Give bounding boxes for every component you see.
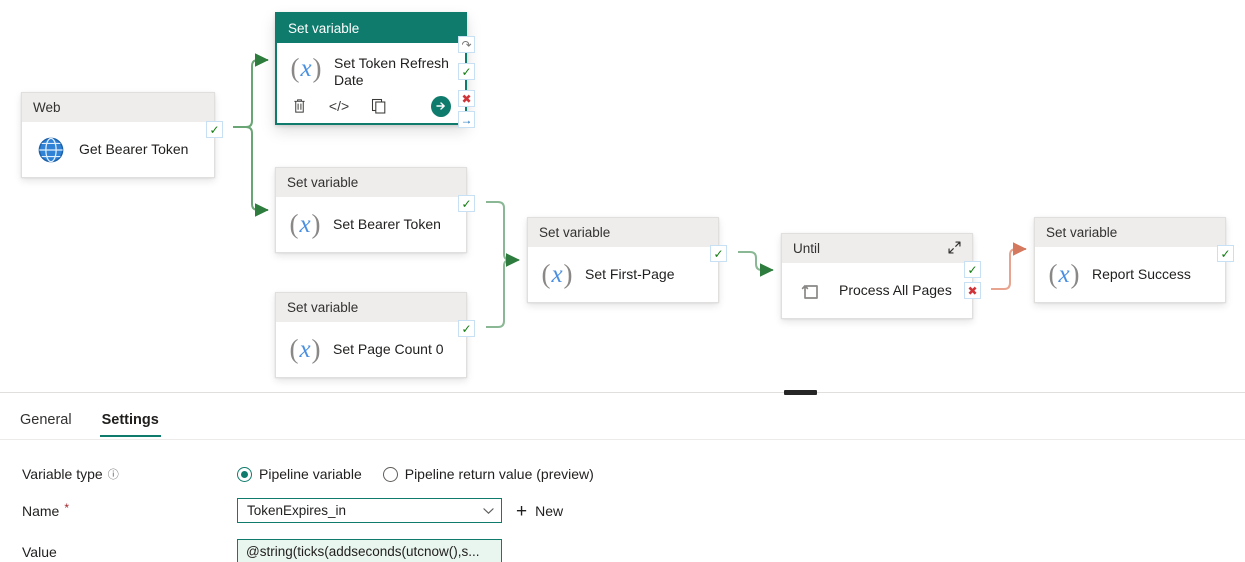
connector-success[interactable]: ✓	[458, 63, 475, 80]
node-type-label: Set variable	[277, 14, 465, 43]
set-variable-icon: (x)	[290, 53, 322, 83]
activity-node-set-first-page[interactable]: Set variable (x) Set First-Page ✓	[527, 217, 727, 303]
new-variable-button[interactable]: + New	[516, 502, 563, 521]
name-label: Name *	[22, 501, 70, 519]
set-variable-icon: (x)	[289, 334, 321, 364]
value-label: Value	[22, 544, 57, 560]
edge-web-to-bearer	[233, 126, 269, 217]
radio-dot-selected	[237, 466, 252, 482]
activity-node-process-all-pages[interactable]: Until Process All Pages ✓ ✖	[781, 233, 981, 319]
delete-icon[interactable]	[291, 97, 308, 115]
new-button-label: New	[535, 503, 564, 519]
connector-success[interactable]: ✓	[1217, 245, 1234, 262]
panel-resize-handle[interactable]	[784, 390, 817, 395]
node-type-text: Until	[793, 241, 821, 256]
tab-general[interactable]: General	[18, 408, 74, 437]
expand-icon[interactable]	[947, 240, 962, 258]
pipeline-authoring-screen: Web Get Bearer Token ✓ Set variable (x …	[0, 0, 1245, 562]
info-icon[interactable]: ⓘ	[108, 466, 119, 482]
node-name: Set Page Count 0	[333, 340, 444, 357]
node-type-label: Set variable	[276, 293, 466, 322]
node-toolbar[interactable]: </>	[277, 89, 465, 123]
value-expression-input[interactable]: @string(ticks(addseconds(utcnow(),s...	[237, 539, 502, 562]
activity-node-set-token-refresh-date[interactable]: Set variable (x) Set Token Refresh Date …	[275, 12, 475, 128]
node-name: Set Token Refresh Date	[334, 55, 449, 89]
edge-bearer-to-firstpage	[486, 201, 520, 267]
panel-tabs: General Settings	[18, 408, 162, 437]
run-icon[interactable]	[431, 95, 451, 117]
connector-failure[interactable]: ✖	[964, 282, 981, 299]
pipeline-canvas[interactable]: Web Get Bearer Token ✓ Set variable (x …	[0, 0, 1245, 392]
connector-success[interactable]: ✓	[458, 320, 475, 337]
connector-success[interactable]: ✓	[964, 261, 981, 278]
node-type-label: Until	[782, 234, 972, 263]
required-marker: *	[64, 501, 70, 515]
edge-firstpage-to-until	[738, 251, 774, 277]
set-variable-icon: (x)	[541, 259, 573, 289]
activity-node-get-bearer-token[interactable]: Web Get Bearer Token ✓	[21, 92, 223, 178]
variable-type-label: Variable type ⓘ	[22, 466, 119, 482]
loop-icon	[793, 279, 829, 303]
tab-settings[interactable]: Settings	[99, 408, 162, 437]
node-type-label: Web	[22, 93, 214, 122]
node-name: Set Bearer Token	[333, 215, 441, 232]
node-name: Process All Pages	[839, 281, 952, 298]
activity-node-set-page-count-0[interactable]: Set variable (x) Set Page Count 0 ✓	[275, 292, 475, 378]
name-dropdown[interactable]: TokenExpires_in	[237, 498, 502, 523]
field-row-variable-type: Variable type ⓘ Pipeline variable Pipeli…	[0, 461, 1245, 487]
globe-icon	[33, 136, 69, 164]
name-value: TokenExpires_in	[247, 503, 347, 518]
node-type-label: Set variable	[528, 218, 718, 247]
activity-node-set-bearer-token[interactable]: Set variable (x) Set Bearer Token ✓	[275, 167, 475, 253]
connector-completion[interactable]: →	[458, 111, 475, 128]
field-row-value: Value @string(ticks(addseconds(utcnow(),…	[0, 539, 1245, 562]
edge-until-to-report	[991, 242, 1027, 290]
properties-panel: General Settings Variable type ⓘ Pipelin…	[0, 390, 1245, 562]
connector-success[interactable]: ✓	[206, 121, 223, 138]
plus-icon: +	[516, 500, 528, 522]
clone-icon[interactable]	[370, 97, 387, 115]
connector-skip[interactable]: ↷	[458, 36, 475, 53]
edge-pagecount-to-firstpage	[486, 253, 520, 328]
edge-web-to-refresh	[233, 53, 269, 128]
chevron-down-icon[interactable]	[483, 503, 494, 518]
connector-success[interactable]: ✓	[710, 245, 727, 262]
code-icon[interactable]: </>	[329, 97, 349, 115]
node-name: Get Bearer Token	[79, 140, 189, 157]
connector-success[interactable]: ✓	[458, 195, 475, 212]
tabs-divider	[0, 439, 1245, 440]
node-name: Set First-Page	[585, 265, 675, 282]
node-name: Report Success	[1092, 265, 1191, 282]
set-variable-icon: (x)	[289, 209, 321, 239]
activity-node-report-success[interactable]: Set variable (x) Report Success ✓	[1034, 217, 1234, 303]
radio-dot	[382, 466, 398, 482]
variable-type-radio-group[interactable]: Pipeline variable Pipeline return value …	[237, 466, 594, 482]
edge-layer	[233, 53, 1027, 328]
radio-pipeline-variable[interactable]: Pipeline variable	[237, 466, 362, 482]
set-variable-icon: (x)	[1048, 259, 1080, 289]
node-type-label: Set variable	[1035, 218, 1225, 247]
field-row-name: Name * TokenExpires_in + New	[0, 498, 1245, 524]
radio-pipeline-return-value[interactable]: Pipeline return value (preview)	[382, 466, 594, 482]
node-type-label: Set variable	[276, 168, 466, 197]
connector-failure[interactable]: ✖	[458, 90, 475, 107]
